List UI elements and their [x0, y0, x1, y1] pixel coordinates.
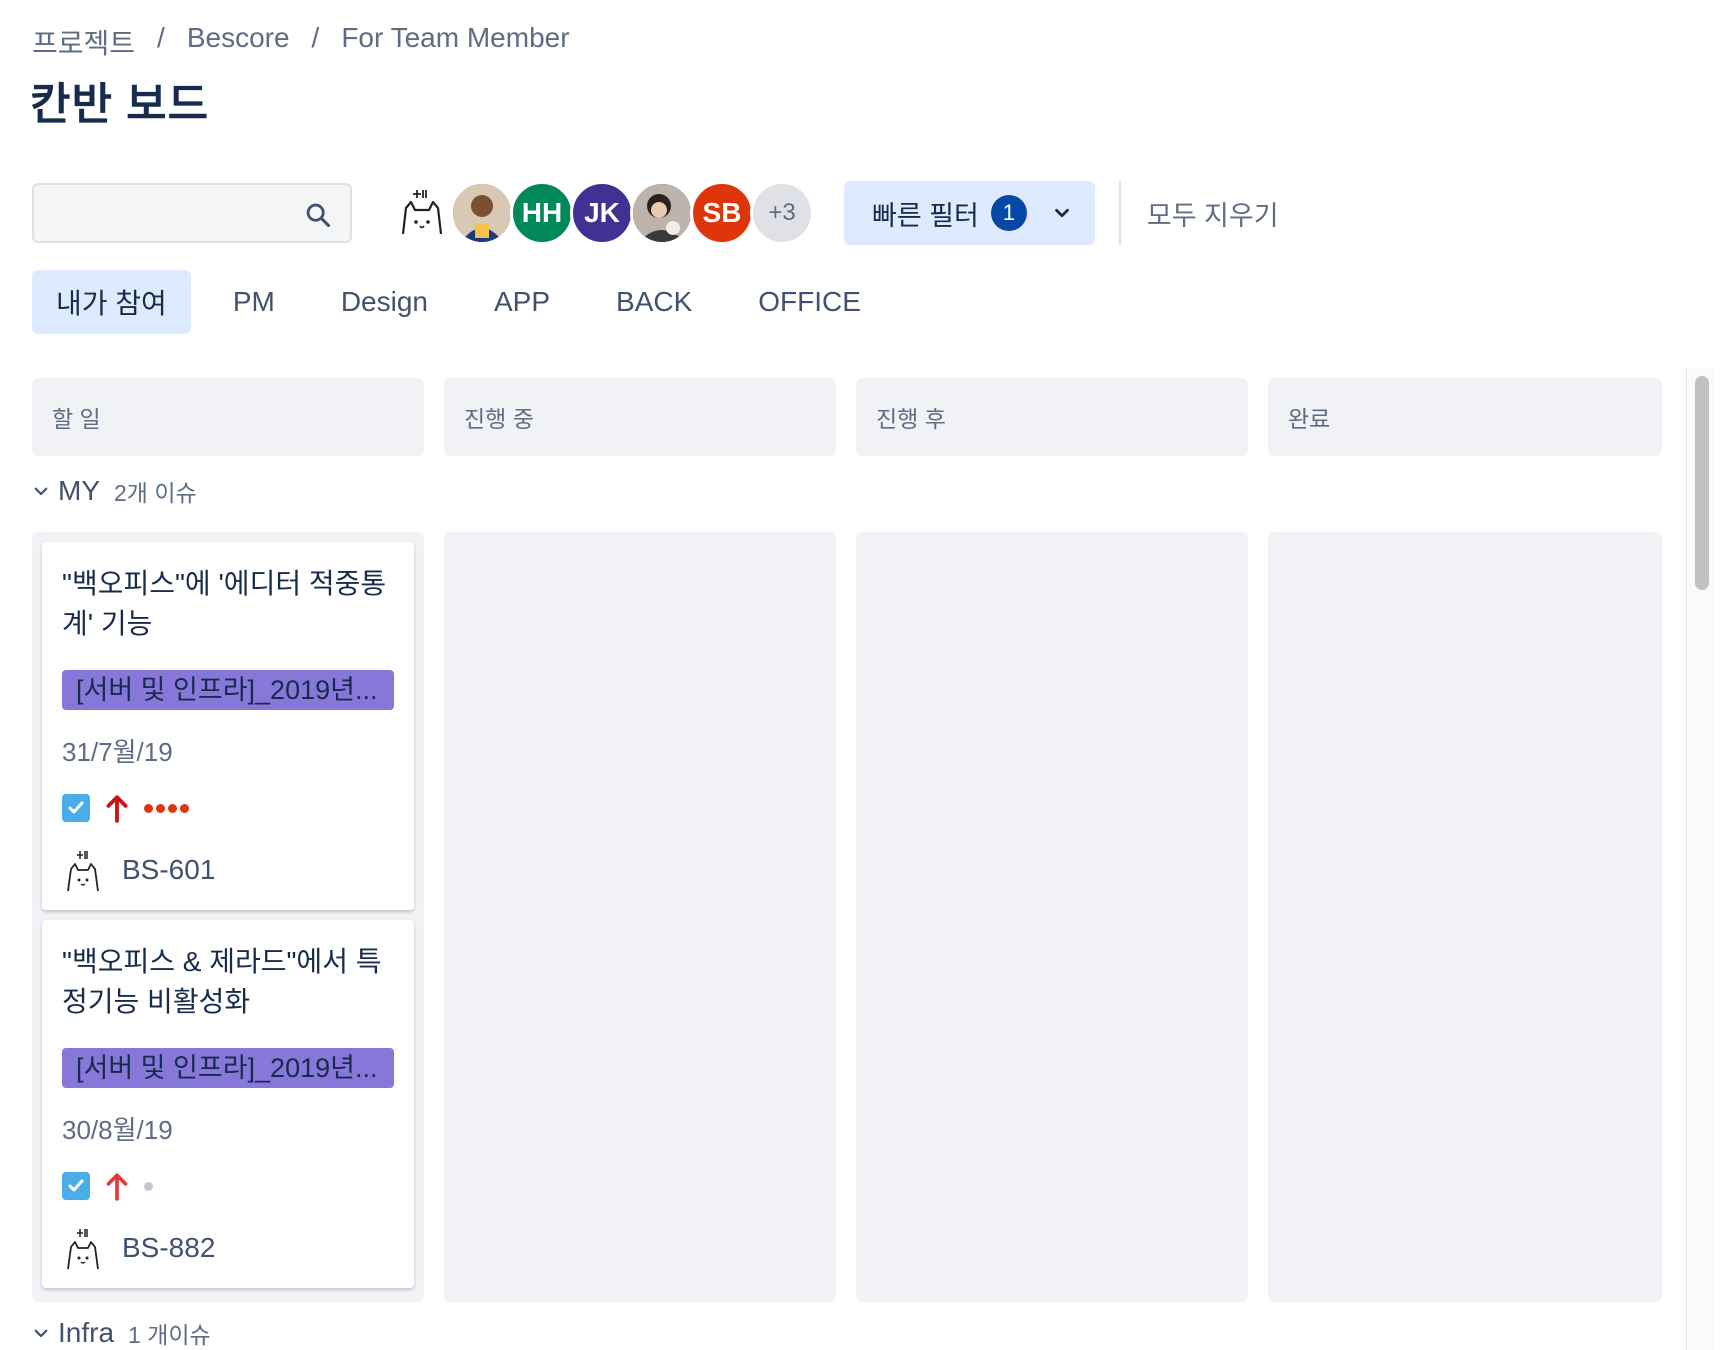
avatar[interactable] — [390, 181, 454, 245]
breadcrumb-board[interactable]: For Team Member — [341, 22, 569, 62]
point-dot — [168, 803, 177, 813]
issue-meta — [62, 1171, 394, 1201]
point-dot — [180, 803, 189, 813]
tab-pm[interactable]: PM — [209, 270, 299, 334]
point-dot — [156, 803, 165, 813]
quick-filter-tabs: 내가 참여 PM Design APP BACK OFFICE — [32, 270, 903, 334]
clear-all-filters-button[interactable]: 모두 지우기 — [1147, 194, 1279, 233]
issue-card[interactable]: "백오피스"에 '에디터 적중통계' 기능 [서버 및 인프라]_2019년..… — [42, 542, 414, 910]
breadcrumb-project[interactable]: Bescore — [187, 22, 290, 62]
page-title: 칸반 보드 — [30, 80, 210, 129]
story-points-dots — [144, 1181, 153, 1191]
tab-office[interactable]: OFFICE — [734, 270, 885, 334]
issue-meta — [62, 793, 394, 823]
issue-summary: "백오피스 & 제라드"에서 특정기능 비활성화 — [62, 946, 382, 1017]
avatar[interactable]: JK — [570, 181, 634, 245]
board-toolbar: HH JK SB +3 빠른 필터 1 모두 지우기 — [32, 181, 1279, 245]
issue-footer: BS-601 — [62, 847, 394, 893]
task-type-icon — [62, 1172, 90, 1200]
search-icon[interactable] — [304, 201, 332, 229]
cat-avatar-icon — [401, 190, 443, 235]
swimlane-issue-count: 1 개이슈 — [128, 1322, 211, 1348]
priority-highest-icon — [106, 795, 128, 823]
point-dot — [144, 803, 153, 813]
column-header-todo: 할 일 — [32, 378, 424, 456]
issue-card[interactable]: "백오피스 & 제라드"에서 특정기능 비활성화 [서버 및 인프라]_2019… — [42, 920, 414, 1288]
swimlane-header-my[interactable]: MY 2개 이슈 — [32, 474, 197, 508]
issue-key[interactable]: BS-882 — [122, 1232, 215, 1264]
vertical-scrollbar[interactable] — [1686, 368, 1714, 1350]
issue-footer: BS-882 — [62, 1225, 394, 1271]
board-column-in-progress[interactable] — [444, 532, 836, 1302]
toolbar-divider — [1118, 181, 1121, 245]
board-column-done[interactable] — [1268, 532, 1662, 1302]
chevron-down-icon — [1055, 208, 1069, 218]
epic-label: [서버 및 인프라]_2019년... — [62, 1048, 394, 1088]
assignee-avatar-icon[interactable] — [62, 847, 104, 893]
tab-app[interactable]: APP — [470, 270, 574, 334]
story-points-dots — [144, 803, 189, 813]
breadcrumb-separator: / — [311, 22, 320, 53]
column-headers: 할 일 진행 중 진행 후 완료 — [32, 378, 1662, 456]
due-date: 31/7월/19 — [62, 737, 173, 767]
board-swimlane-my: "백오피스"에 '에디터 적중통계' 기능 [서버 및 인프라]_2019년..… — [32, 532, 1662, 1302]
board-column-after-progress[interactable] — [856, 532, 1248, 1302]
quick-filter-dropdown[interactable]: 빠른 필터 1 — [844, 181, 1095, 245]
chevron-down-icon — [34, 487, 48, 496]
issue-key[interactable]: BS-601 — [122, 854, 215, 886]
column-header-after-progress: 진행 후 — [856, 378, 1248, 456]
tab-back[interactable]: BACK — [592, 270, 716, 334]
quick-filter-count-badge: 1 — [990, 195, 1027, 231]
breadcrumb-separator: / — [157, 22, 165, 53]
quick-filter-label: 빠른 필터 — [872, 200, 979, 231]
tab-design[interactable]: Design — [317, 270, 452, 334]
avatar[interactable] — [450, 181, 514, 245]
point-dot — [144, 1181, 153, 1191]
avatar[interactable] — [630, 181, 694, 245]
scrollbar-thumb[interactable] — [1695, 376, 1709, 590]
swimlane-name: Infra — [58, 1317, 115, 1348]
search-box — [32, 183, 352, 243]
avatar[interactable]: HH — [510, 181, 574, 245]
tab-mine[interactable]: 내가 참여 — [32, 270, 191, 334]
column-header-in-progress: 진행 중 — [444, 378, 836, 456]
task-type-icon — [62, 794, 90, 822]
board-column-todo[interactable]: "백오피스"에 '에디터 적중통계' 기능 [서버 및 인프라]_2019년..… — [32, 532, 424, 1302]
chevron-down-icon — [34, 1329, 48, 1338]
priority-high-icon — [106, 1173, 128, 1201]
assignee-avatar-icon[interactable] — [62, 1225, 104, 1271]
swimlane-header-infra[interactable]: Infra 1 개이슈 — [32, 1316, 211, 1350]
more-assignees-avatar[interactable]: +3 — [750, 181, 814, 245]
user-photo-icon — [453, 184, 511, 242]
column-header-done: 완료 — [1268, 378, 1662, 456]
due-date: 30/8월/19 — [62, 1115, 173, 1145]
assignee-filter: HH JK SB +3 — [390, 181, 814, 245]
issue-summary: "백오피스"에 '에디터 적중통계' 기능 — [62, 568, 387, 639]
swimlane-name: MY — [58, 475, 100, 506]
search-input[interactable] — [34, 185, 350, 241]
avatar[interactable]: SB — [690, 181, 754, 245]
breadcrumb: 프로젝트 / Bescore / For Team Member — [32, 22, 570, 62]
epic-label: [서버 및 인프라]_2019년... — [62, 670, 394, 710]
breadcrumb-projects[interactable]: 프로젝트 — [32, 22, 135, 62]
swimlane-issue-count: 2개 이슈 — [114, 480, 197, 506]
user-photo-icon — [633, 184, 691, 242]
